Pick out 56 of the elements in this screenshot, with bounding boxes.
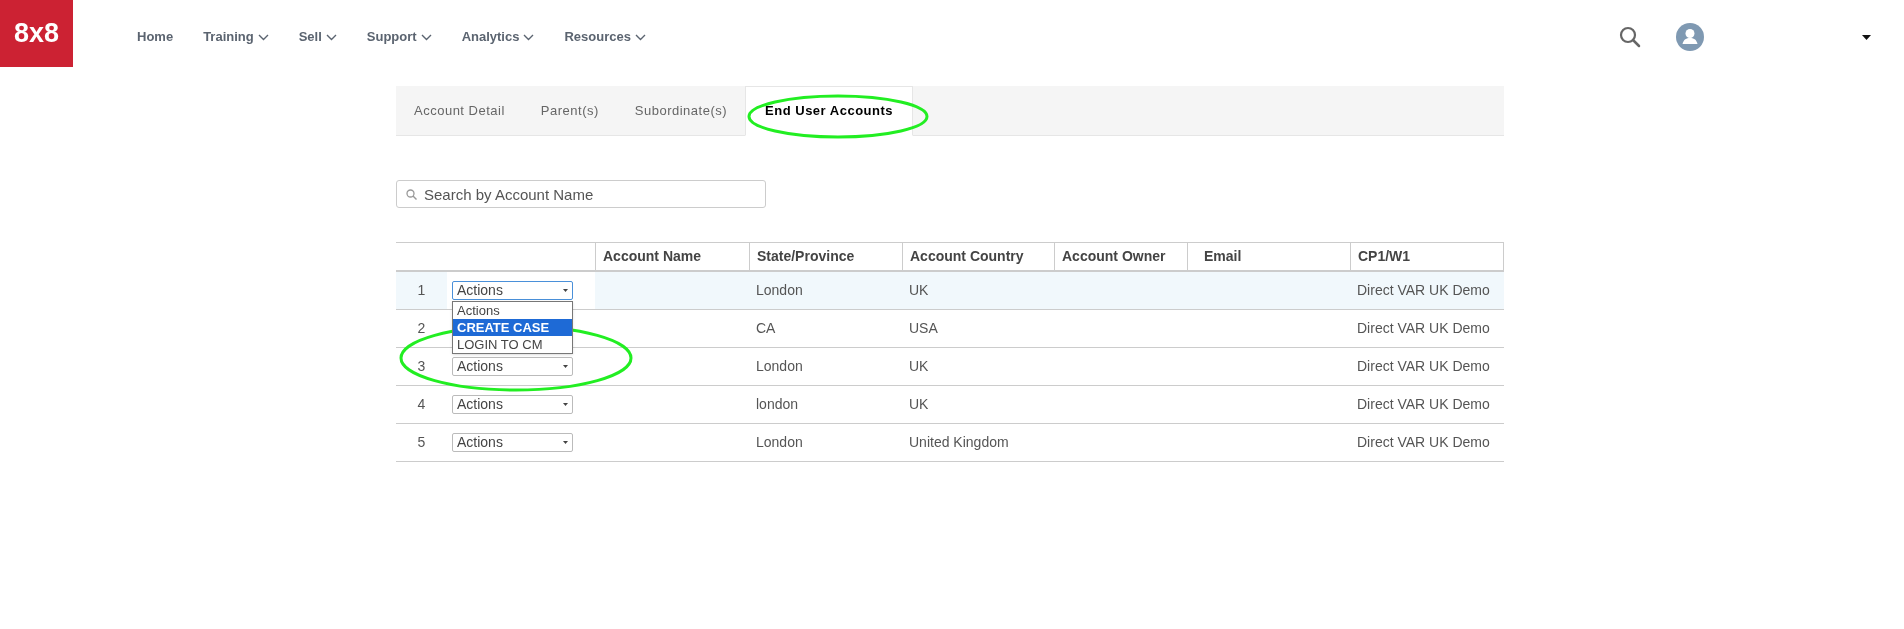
table-cell-text: London (756, 281, 803, 300)
dropdown-option[interactable]: CREATE CASE (453, 319, 572, 336)
tab[interactable]: Parent(s) (522, 86, 617, 135)
nav-link[interactable]: Support (366, 27, 432, 47)
nav-link[interactable]: Home (137, 27, 174, 47)
logo[interactable]: 8x8 (0, 0, 73, 67)
nav-link[interactable]: Resources (564, 27, 646, 47)
table-cell-text: Direct VAR UK Demo (1357, 281, 1490, 300)
chevron-down-icon (523, 33, 535, 41)
actions-dropdown[interactable]: Actions (452, 281, 573, 300)
row-number: 2 (417, 319, 426, 338)
tab[interactable]: Account Detail (396, 86, 523, 135)
table-cell-text: Direct VAR UK Demo (1357, 357, 1490, 376)
user-avatar-icon[interactable] (1676, 23, 1704, 51)
table-cell-text: London (756, 357, 803, 376)
row-number: 4 (417, 395, 426, 414)
row-number: 5 (417, 433, 426, 452)
column-header: State/Province (757, 247, 855, 266)
caret-icon (563, 441, 568, 444)
column-header: Account Country (910, 247, 1024, 266)
chevron-down-icon (257, 33, 269, 41)
chevron-down-icon (634, 33, 646, 41)
caret-icon (563, 289, 568, 292)
column-header: CP1/W1 (1358, 247, 1411, 266)
column-header: Account Owner (1062, 247, 1166, 266)
row-number: 3 (417, 357, 426, 376)
table-cell-text: UK (909, 281, 929, 300)
table-cell-text: CA (756, 319, 776, 338)
row-number: 1 (417, 281, 426, 300)
table-cell-text: UK (909, 357, 929, 376)
table-cell-text: Direct VAR UK Demo (1357, 319, 1490, 338)
nav-link[interactable]: Analytics (461, 27, 535, 47)
chevron-down-icon (325, 33, 337, 41)
table-cell-text: USA (909, 319, 938, 338)
actions-dropdown[interactable]: Actions (452, 433, 573, 452)
actions-dropdown[interactable]: Actions (452, 357, 573, 376)
caret-icon (563, 403, 568, 406)
nav-link[interactable]: Sell (298, 27, 337, 47)
column-header: Email (1204, 247, 1242, 266)
search-field[interactable]: Search by Account Name (396, 180, 766, 208)
search-icon[interactable] (1619, 26, 1641, 48)
dropdown-caret-icon[interactable] (1862, 34, 1871, 40)
table-cell-text: UK (909, 395, 929, 414)
table-cell-text: Direct VAR UK Demo (1357, 433, 1490, 452)
table-cell-text: london (756, 395, 799, 414)
chevron-down-icon (420, 33, 432, 41)
caret-icon (563, 365, 568, 368)
table-cell-text: United Kingdom (909, 433, 1009, 452)
tab[interactable]: End User Accounts (745, 86, 913, 136)
nav-link[interactable]: Training (203, 27, 269, 47)
search-icon (406, 189, 417, 200)
actions-dropdown[interactable]: Actions (452, 395, 573, 414)
table-cell-text: Direct VAR UK Demo (1357, 395, 1490, 414)
table-cell-text: London (756, 433, 803, 452)
tab[interactable]: Subordinate(s) (616, 86, 746, 135)
column-header: Account Name (603, 247, 702, 266)
